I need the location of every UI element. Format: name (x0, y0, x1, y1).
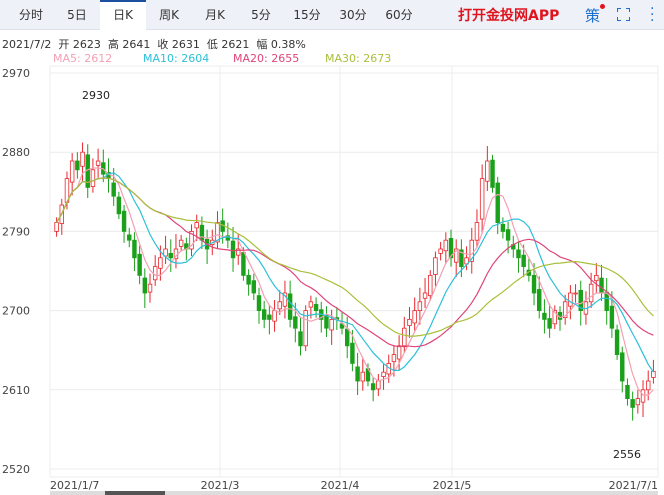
y-tick-label: 2520 (2, 463, 30, 476)
candle-body (54, 222, 59, 232)
candle-body (505, 229, 511, 241)
candle-body (111, 182, 116, 197)
candle-body (241, 252, 246, 276)
candle-body (474, 222, 480, 241)
candle-body (137, 253, 142, 276)
candle-body (199, 224, 205, 241)
candle-body (537, 289, 542, 312)
candle-body (168, 252, 173, 259)
candle-body (568, 292, 573, 307)
candle-body (635, 398, 641, 406)
candle-body (90, 169, 96, 187)
candle-body (344, 328, 350, 347)
candle-body (355, 366, 360, 382)
y-tick-label: 2970 (2, 67, 30, 80)
candle-body (376, 380, 381, 390)
candle-body (402, 327, 407, 348)
candle-body (640, 389, 646, 403)
candle-body (547, 318, 552, 329)
candle-body (256, 295, 262, 312)
candle-body (407, 318, 412, 326)
candle-body (142, 277, 148, 294)
candle-body (428, 274, 433, 297)
candle-body (396, 345, 402, 360)
candle-body (573, 292, 578, 295)
candle-body (360, 371, 366, 382)
candle-body (417, 301, 423, 311)
candle-body (69, 160, 75, 183)
candle-body (443, 239, 449, 252)
x-tick-label: 2021/3 (201, 479, 240, 492)
candle-body (121, 210, 127, 232)
x-tick-label: 2021/7/1 (609, 479, 658, 492)
candle-body (313, 304, 319, 312)
candle-body (261, 309, 267, 320)
candle-body (267, 314, 272, 320)
candle-body (246, 274, 251, 285)
candle-body (485, 160, 490, 182)
candle-body (588, 283, 594, 303)
candle-body (609, 305, 615, 329)
x-tick-label: 2021/1/7 (50, 479, 99, 492)
candle-body (272, 310, 277, 322)
candle-body (422, 292, 428, 299)
y-tick-label: 2880 (2, 146, 30, 159)
candle-body (324, 314, 329, 329)
candle-body (521, 254, 526, 268)
candle-body (495, 182, 500, 223)
candle-body (116, 196, 122, 215)
candle-body (391, 354, 397, 363)
candle-body (178, 239, 184, 247)
candle-body (490, 159, 495, 188)
y-tick-label: 2700 (2, 305, 30, 318)
candle-body (599, 277, 604, 294)
candle-body (152, 266, 158, 281)
candle-body (287, 293, 293, 320)
x-tick-label: 2021/5 (433, 479, 472, 492)
candle-body (298, 331, 303, 347)
candle-body (350, 342, 355, 364)
y-tick-label: 2790 (2, 225, 30, 238)
candle-body (542, 312, 547, 320)
candle-body (132, 239, 137, 259)
candle-body (625, 384, 630, 399)
candle-body (277, 301, 282, 310)
candle-body (308, 301, 314, 308)
candle-body (381, 371, 386, 378)
candle-body (620, 352, 625, 382)
candle-body (194, 222, 199, 229)
candle-body (500, 223, 506, 232)
candle-body (531, 274, 537, 294)
candle-body (479, 178, 485, 220)
candle-body (645, 380, 651, 391)
candle-body (370, 383, 376, 391)
min-annotation: 2556 (613, 448, 641, 461)
candle-body (614, 329, 620, 355)
candle-body (412, 310, 417, 324)
y-tick-label: 2610 (2, 384, 30, 397)
candle-body (95, 160, 101, 166)
candle-body (516, 249, 521, 259)
candle-body (251, 280, 257, 294)
candle-body (651, 370, 656, 378)
candle-body (433, 257, 438, 275)
candle-body (80, 151, 85, 167)
x-tick-label: 2021/4 (321, 479, 360, 492)
candle-body (329, 318, 334, 331)
candle-body (594, 274, 599, 282)
candle-body (127, 234, 132, 241)
candlestick-chart: 2970 2880 2790 2700 2610 2520 2021/1/7 2021/3 20… (2, 65, 659, 495)
candle-body (293, 316, 298, 329)
candle-body (630, 399, 635, 408)
candle-body (438, 248, 443, 254)
candle-body (75, 160, 80, 171)
candle-body (158, 257, 163, 269)
candle-body (147, 283, 153, 293)
candle-body (230, 240, 236, 259)
scrollbar-thumb[interactable] (105, 491, 165, 495)
max-annotation: 2930 (82, 89, 110, 102)
